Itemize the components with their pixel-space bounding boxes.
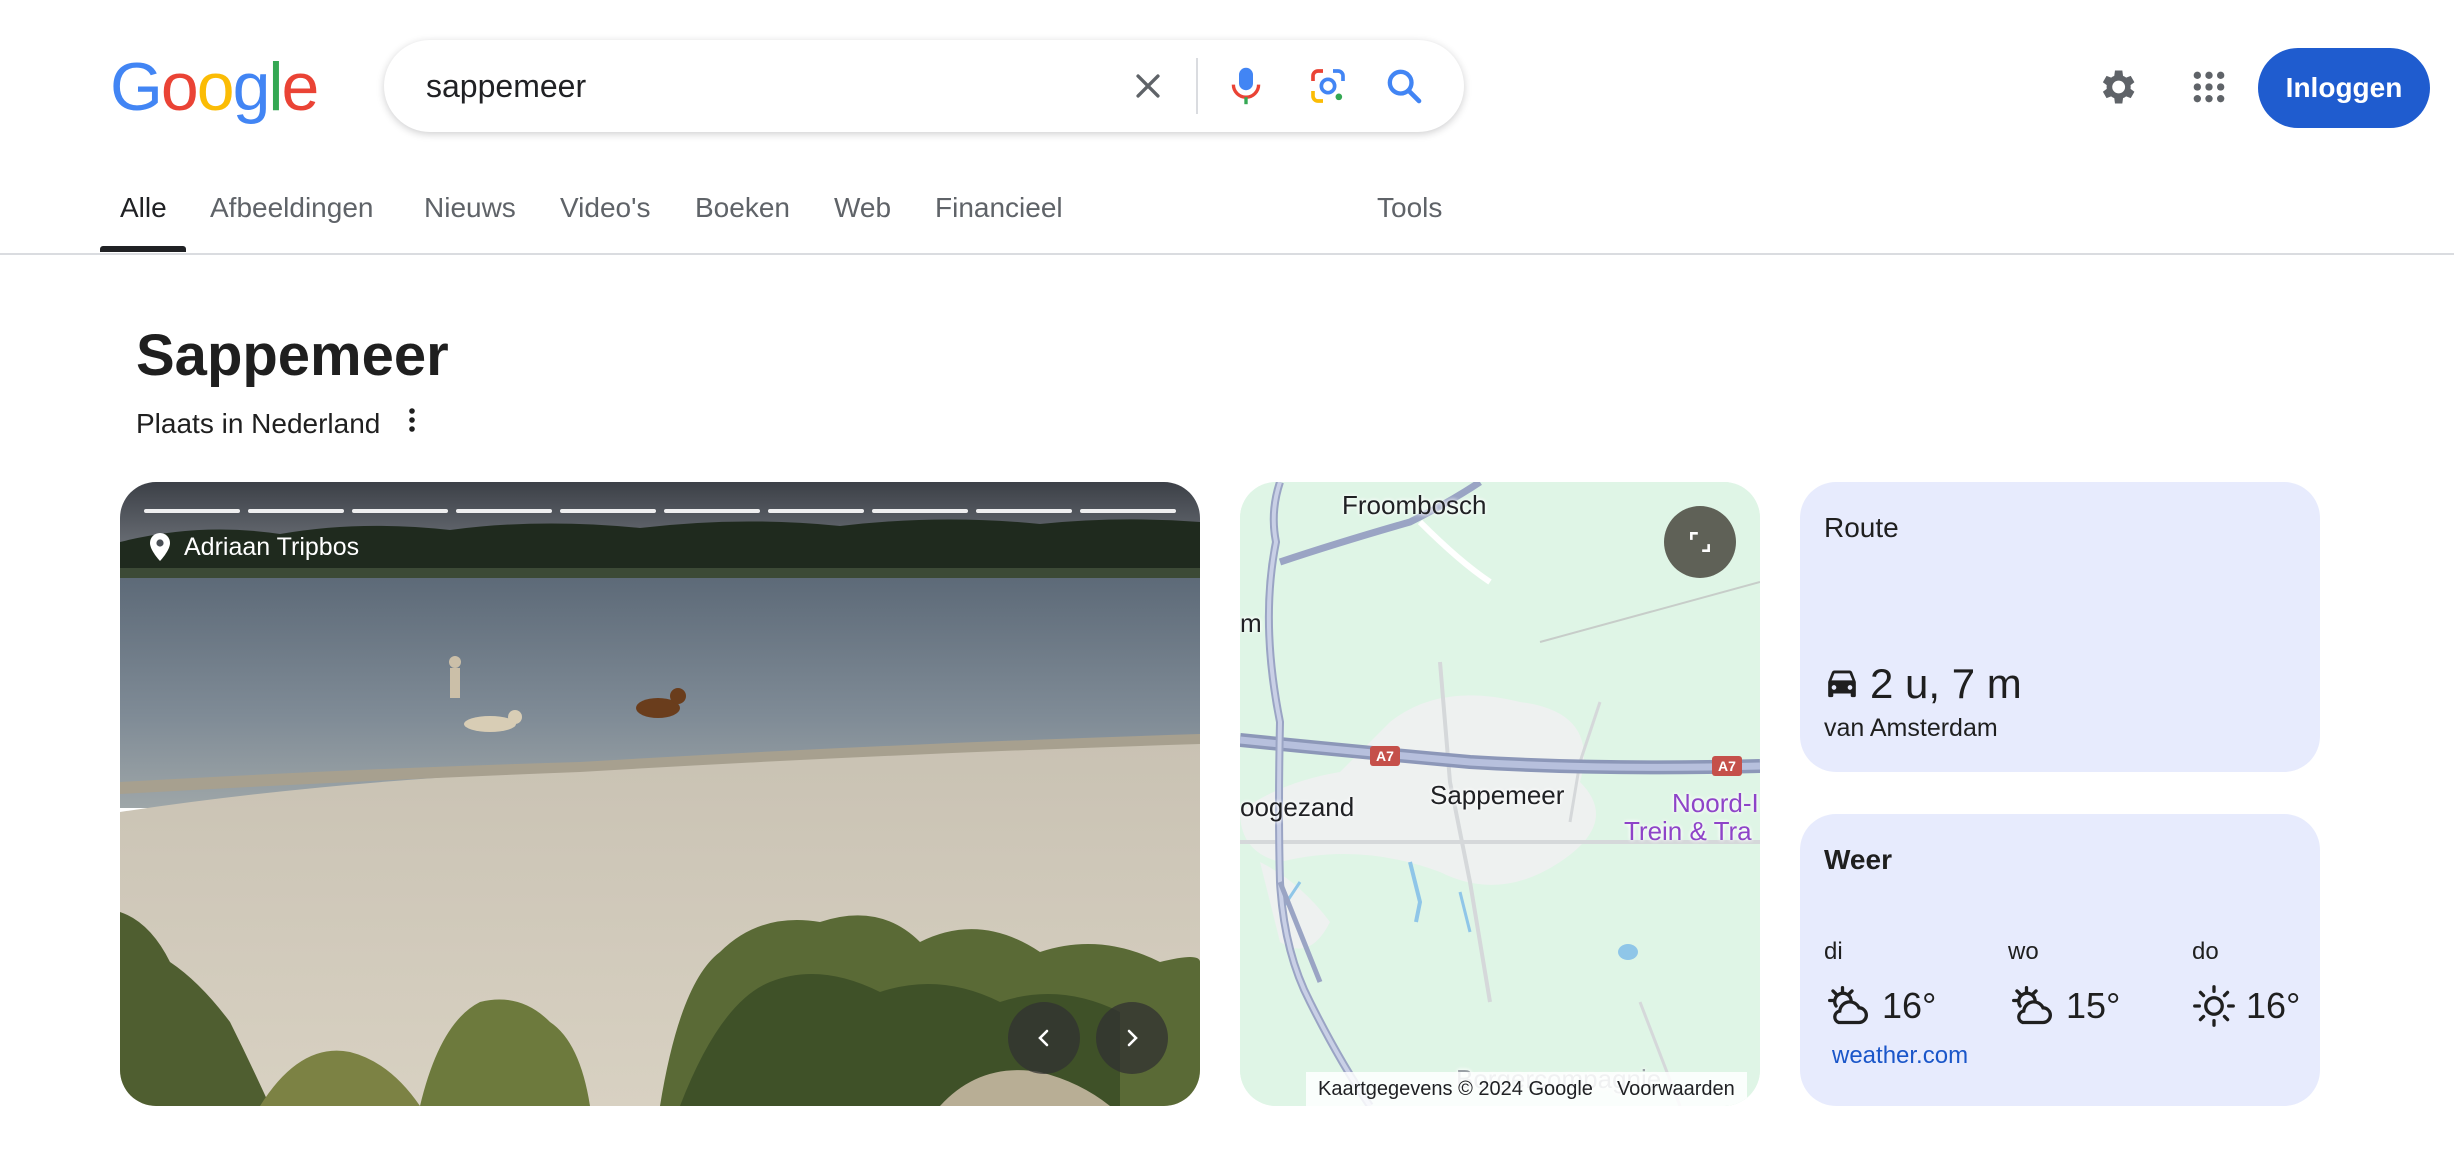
map-label-poi-2: Trein & Tra xyxy=(1624,816,1752,846)
clear-icon[interactable] xyxy=(1124,62,1172,110)
progress-segment xyxy=(456,509,552,513)
route-origin: van Amsterdam xyxy=(1824,714,1998,742)
road-shield-a7: A7 xyxy=(1370,746,1400,766)
progress-segment xyxy=(144,509,240,513)
tabs-divider xyxy=(0,253,2454,255)
photo-location-label: Adriaan Tripbos xyxy=(184,532,360,561)
tab-images[interactable]: Afbeeldingen xyxy=(210,192,373,224)
map-label-hoogezand: oogezand xyxy=(1240,792,1355,822)
route-duration: 2 u, 7 m xyxy=(1824,660,2022,708)
progress-segment xyxy=(976,509,1072,513)
weather-source-link[interactable]: weather.com xyxy=(1832,1042,1968,1070)
weather-day: wo 15° xyxy=(2008,938,2148,1028)
route-title: Route xyxy=(1824,512,1899,543)
weather-day-name: di xyxy=(1824,938,1843,965)
entity-subtitle: Plaats in Nederland xyxy=(136,408,381,439)
tab-videos[interactable]: Video's xyxy=(560,192,650,224)
page-title: Sappemeer xyxy=(136,323,449,388)
tab-web[interactable]: Web xyxy=(834,192,891,224)
google-logo[interactable]: Google xyxy=(110,52,319,122)
progress-segment xyxy=(248,509,344,513)
progress-segment xyxy=(664,509,760,513)
expand-map-button[interactable] xyxy=(1664,506,1736,578)
weather-temp: 16° xyxy=(1882,985,1937,1026)
weather-day: do 16° xyxy=(2192,938,2332,1028)
weather-day-name: do xyxy=(2192,938,2219,965)
tab-tools[interactable]: Tools xyxy=(1377,192,1442,224)
progress-segment xyxy=(768,509,864,513)
map-card[interactable]: Froombosch m oogezand Sappemeer Noord-I … xyxy=(1240,482,1760,1106)
route-card[interactable]: Route 2 u, 7 m van Amsterdam xyxy=(1800,482,2320,772)
search-box xyxy=(384,40,1464,132)
location-pin-icon xyxy=(150,533,170,561)
progress-segment xyxy=(872,509,968,513)
road-shield-a7: A7 xyxy=(1712,756,1742,776)
map-label-poi-1: Noord-I xyxy=(1672,788,1759,818)
apps-icon[interactable] xyxy=(2184,62,2234,112)
chevron-right-icon xyxy=(1127,1029,1138,1047)
car-icon xyxy=(1828,670,1856,698)
map-label-sappemeer: Sappemeer xyxy=(1430,780,1565,810)
tab-all[interactable]: Alle xyxy=(120,192,167,224)
weather-temp: 16° xyxy=(2246,985,2301,1026)
tab-news[interactable]: Nieuws xyxy=(424,192,516,224)
tab-finance[interactable]: Financieel xyxy=(935,192,1063,224)
photo-location[interactable]: Adriaan Tripbos xyxy=(148,532,359,562)
map-label-froombosch: Froombosch xyxy=(1342,490,1487,520)
chevron-left-icon xyxy=(1038,1029,1049,1047)
progress-segment xyxy=(1080,509,1176,513)
photo-carousel[interactable]: Adriaan Tripbos xyxy=(120,482,1200,1106)
route-duration-value: 2 u, 7 m xyxy=(1870,660,2022,707)
search-icon[interactable] xyxy=(1380,62,1428,110)
expand-icon xyxy=(1690,532,1710,552)
sunny-icon xyxy=(2193,985,2235,1027)
map-attribution: Kaartgegevens © 2024 Google Voorwaarden xyxy=(1306,1072,1747,1106)
mic-icon[interactable] xyxy=(1222,62,1270,110)
weather-temp: 15° xyxy=(2066,985,2121,1026)
weather-day-name: wo xyxy=(2008,938,2039,965)
progress-segment xyxy=(352,509,448,513)
search-input[interactable] xyxy=(426,40,1066,132)
partly-cloudy-icon xyxy=(1828,986,1868,1025)
active-tab-indicator xyxy=(100,246,186,252)
weather-card[interactable]: Weer di 16° wo 15° do 16° weather.com xyxy=(1800,814,2320,1106)
login-button[interactable]: Inloggen xyxy=(2258,48,2430,128)
search-divider xyxy=(1196,58,1198,114)
map-terms-link[interactable]: Voorwaarden xyxy=(1617,1078,1735,1101)
lens-icon[interactable] xyxy=(1304,62,1352,110)
next-photo-button[interactable] xyxy=(1096,1002,1168,1074)
weather-day: di 16° xyxy=(1824,938,1964,1028)
tab-books[interactable]: Boeken xyxy=(695,192,790,224)
progress-segment xyxy=(560,509,656,513)
settings-icon[interactable] xyxy=(2092,62,2142,112)
search-tabs: Alle Afbeeldingen Nieuws Video's Boeken … xyxy=(0,188,2454,254)
partly-cloudy-icon xyxy=(2012,986,2052,1025)
map-data-credit: Kaartgegevens © 2024 Google xyxy=(1318,1077,1593,1100)
weather-title: Weer xyxy=(1824,844,1892,875)
more-options-icon[interactable] xyxy=(396,402,428,438)
prev-photo-button[interactable] xyxy=(1008,1002,1080,1074)
map-label-m: m xyxy=(1240,608,1262,638)
